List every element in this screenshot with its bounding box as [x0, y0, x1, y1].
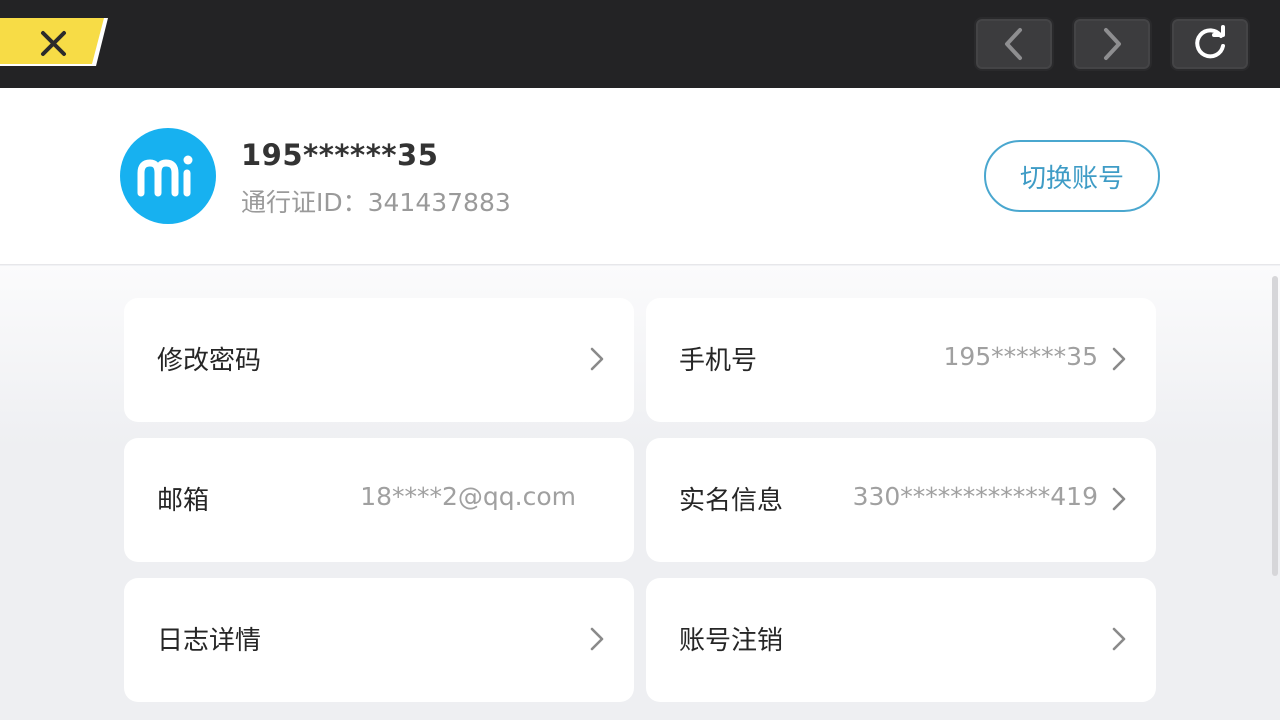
chevron-right-icon [1112, 487, 1126, 511]
avatar [120, 128, 216, 224]
passport-id: 通行证ID：341437883 [241, 188, 511, 217]
chevron-right-icon [1112, 347, 1126, 371]
email-item[interactable]: 邮箱 18****2@qq.com [124, 438, 634, 562]
account-header: 195******35 通行证ID：341437883 切换账号 [0, 88, 1280, 265]
log-details-item[interactable]: 日志详情 [124, 578, 634, 702]
scrollbar[interactable] [1272, 276, 1278, 576]
item-value: 330************419 [852, 482, 1098, 511]
chevron-right-icon [590, 627, 604, 651]
chevron-right-icon [1104, 28, 1121, 60]
mi-logo [137, 155, 193, 197]
item-label: 手机号 [679, 346, 758, 376]
phone-number-item[interactable]: 手机号 195******35 [646, 298, 1156, 422]
close-button[interactable] [0, 18, 108, 66]
account-deletion-item[interactable]: 账号注销 [646, 578, 1156, 702]
item-label: 修改密码 [157, 346, 262, 376]
back-button[interactable] [974, 17, 1054, 71]
real-name-item[interactable]: 实名信息 330************419 [646, 438, 1156, 562]
item-value: 195******35 [943, 342, 1098, 371]
switch-account-button[interactable]: 切换账号 [984, 140, 1160, 212]
item-label: 日志详情 [157, 626, 262, 656]
change-password-item[interactable]: 修改密码 [124, 298, 634, 422]
refresh-button[interactable] [1170, 17, 1250, 71]
item-value: 18****2@qq.com [360, 482, 576, 511]
item-label: 邮箱 [157, 486, 210, 516]
close-icon [41, 31, 66, 56]
item-label: 账号注销 [679, 626, 784, 656]
item-label: 实名信息 [679, 486, 784, 516]
chevron-right-icon [1112, 627, 1126, 651]
username: 195******35 [241, 138, 439, 172]
top-toolbar [0, 0, 1280, 88]
refresh-icon [1195, 25, 1225, 59]
chevron-right-icon [590, 347, 604, 371]
chevron-left-icon [1005, 28, 1022, 60]
forward-button[interactable] [1072, 17, 1152, 71]
